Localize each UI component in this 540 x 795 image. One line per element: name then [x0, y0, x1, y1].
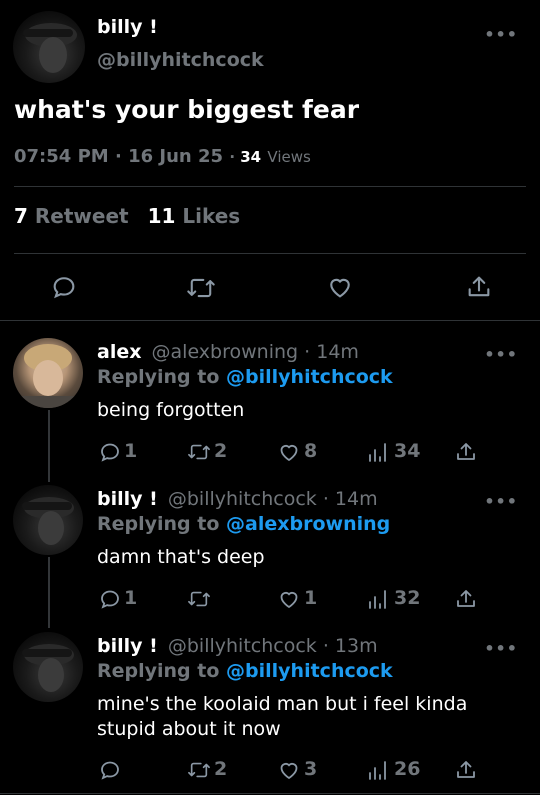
like-icon[interactable] — [326, 273, 354, 301]
main-handle[interactable]: @billyhitchcock — [97, 49, 264, 71]
reply-1-replying: Replying to @billyhitchcock — [97, 366, 393, 388]
views-label: Views — [267, 148, 311, 166]
reply-2-replying: Replying to @alexbrowning — [97, 513, 390, 535]
reply-3-time: · 13m — [322, 635, 378, 657]
reply-icon[interactable] — [98, 587, 122, 611]
tweet-time: 07:54 PM — [14, 146, 109, 167]
more-icon[interactable]: ••• — [484, 492, 518, 511]
avatar-reply-1[interactable] — [13, 338, 83, 408]
retweet-count[interactable]: 7 — [14, 204, 28, 228]
replying-to-link[interactable]: @billyhitchcock — [226, 660, 393, 682]
divider — [14, 186, 526, 187]
like-count: 1 — [304, 587, 318, 609]
like-count: 3 — [304, 758, 318, 780]
views-icon[interactable] — [367, 588, 389, 610]
replying-label: Replying to — [97, 366, 220, 388]
replying-label: Replying to — [97, 660, 220, 682]
reply-icon[interactable] — [50, 273, 78, 301]
share-icon[interactable] — [454, 440, 478, 464]
more-icon[interactable]: ••• — [484, 639, 518, 658]
reply-3-display-name[interactable]: billy ! — [97, 635, 158, 657]
replying-to-link[interactable]: @billyhitchcock — [226, 366, 393, 388]
retweet-icon[interactable] — [186, 274, 216, 302]
like-icon[interactable] — [277, 758, 301, 782]
likes-count[interactable]: 11 — [148, 204, 176, 228]
reply-1-time: · 14m — [304, 341, 359, 363]
reply-icon[interactable] — [98, 758, 122, 782]
avatar-reply-2[interactable] — [13, 485, 83, 555]
reply-3-handle[interactable]: @billyhitchcock — [168, 635, 317, 657]
divider — [0, 320, 540, 321]
views-icon[interactable] — [367, 759, 389, 781]
view-count: 26 — [394, 758, 421, 780]
reply-1-header: alex @alexbrowning · 14m — [97, 341, 359, 363]
divider — [14, 253, 526, 254]
main-display-name[interactable]: billy ! — [97, 16, 158, 38]
replying-label: Replying to — [97, 513, 220, 535]
reply-2-time: · 14m — [322, 488, 378, 510]
reply-2-handle[interactable]: @billyhitchcock — [168, 488, 317, 510]
reply-icon[interactable] — [98, 440, 122, 464]
replying-to-link[interactable]: @alexbrowning — [226, 513, 390, 535]
views-count: 34 — [240, 148, 262, 166]
likes-label[interactable]: Likes — [182, 204, 240, 228]
view-count: 34 — [394, 440, 421, 462]
retweet-icon[interactable] — [186, 759, 212, 781]
thread-line — [48, 410, 50, 482]
like-count: 8 — [304, 440, 318, 462]
retweet-icon[interactable] — [186, 588, 212, 610]
main-tweet-text: what's your biggest fear — [14, 95, 360, 124]
reply-3-header: billy ! @billyhitchcock · 13m — [97, 635, 378, 657]
reply-2-text: damn that's deep — [97, 546, 265, 568]
reply-2-header: billy ! @billyhitchcock · 14m — [97, 488, 378, 510]
like-icon[interactable] — [277, 587, 301, 611]
meta-separator: · — [114, 146, 129, 167]
like-icon[interactable] — [277, 440, 301, 464]
reply-1-text: being forgotten — [97, 399, 245, 421]
view-count: 32 — [394, 587, 421, 609]
meta-separator: · — [229, 148, 241, 166]
thread-line — [48, 557, 50, 628]
more-icon[interactable]: ••• — [484, 25, 518, 44]
retweet-count: 2 — [214, 440, 228, 462]
avatar-reply-3[interactable] — [13, 632, 83, 702]
avatar-main[interactable] — [13, 11, 85, 83]
retweet-label[interactable]: Retweet — [35, 204, 129, 228]
retweet-icon[interactable] — [186, 441, 212, 463]
more-icon[interactable]: ••• — [484, 345, 518, 364]
engagement-stats: 7 Retweet 11 Likes — [14, 204, 240, 228]
reply-2-display-name[interactable]: billy ! — [97, 488, 158, 510]
share-icon[interactable] — [465, 273, 493, 301]
reply-1-display-name[interactable]: alex — [97, 341, 141, 363]
reply-3-text: mine's the koolaid man but i feel kinda … — [97, 693, 468, 740]
tweet-date: 16 Jun 25 — [128, 146, 224, 167]
divider — [0, 793, 540, 794]
share-icon[interactable] — [454, 587, 478, 611]
retweet-count: 2 — [214, 758, 228, 780]
reply-1-handle[interactable]: @alexbrowning — [152, 341, 299, 363]
reply-count: 1 — [124, 587, 138, 609]
views-icon[interactable] — [367, 441, 389, 463]
reply-3-replying: Replying to @billyhitchcock — [97, 660, 393, 682]
reply-count: 1 — [124, 440, 138, 462]
main-tweet-meta: 07:54 PM · 16 Jun 25 · 34 Views — [14, 146, 311, 167]
share-icon[interactable] — [454, 758, 478, 782]
